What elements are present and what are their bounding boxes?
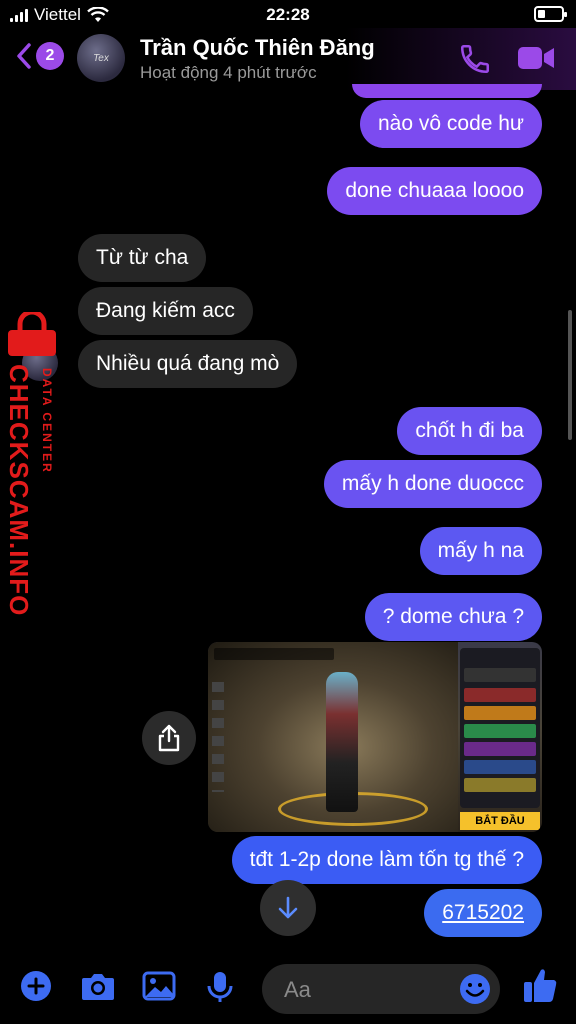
message-outgoing[interactable]: nào vô code hư	[360, 100, 542, 148]
plus-icon[interactable]	[20, 970, 52, 1002]
camera-icon[interactable]	[80, 970, 116, 1002]
message-outgoing[interactable]: chốt h đi ba	[397, 407, 542, 455]
share-icon	[158, 724, 180, 752]
game-start-label: BẮT ĐẦU	[460, 812, 540, 830]
back-button[interactable]: 2	[16, 42, 64, 70]
message-incoming[interactable]: Từ từ cha	[78, 234, 207, 282]
message-outgoing[interactable]: done chuaaa loooo	[327, 167, 542, 215]
game-friend-panel	[460, 648, 540, 808]
message-incoming[interactable]: Nhiều quá đang mò	[78, 340, 298, 388]
scroll-to-bottom-button[interactable]	[260, 880, 316, 936]
image-attachment[interactable]: BẮT ĐẦU	[208, 642, 542, 832]
contact-name[interactable]: Trần Quốc Thiên Đăng	[140, 35, 375, 61]
watermark: CHECKSCAM.INFO DATA CENTER	[4, 312, 64, 616]
game-menu	[212, 682, 224, 792]
photo-icon[interactable]	[142, 970, 176, 1002]
unread-badge: 2	[36, 42, 64, 70]
emoji-icon[interactable]	[458, 972, 492, 1006]
thumbs-up-icon[interactable]	[522, 966, 558, 1004]
message-input[interactable]: Aa	[262, 964, 500, 1014]
message-outgoing[interactable]: mấy h done duoccc	[323, 460, 542, 508]
message-incoming[interactable]: Đang kiếm acc	[78, 287, 253, 335]
video-call-icon[interactable]	[516, 44, 556, 72]
contact-avatar[interactable]: Tex	[77, 34, 125, 82]
composer-bar: Aa	[0, 952, 576, 1024]
microphone-icon[interactable]	[206, 970, 234, 1004]
clock: 22:28	[266, 5, 310, 24]
battery-icon	[534, 6, 567, 22]
watermark-text: CHECKSCAM.INFO	[4, 364, 34, 617]
game-character	[326, 672, 358, 812]
message-link[interactable]: 6715202	[424, 889, 542, 937]
lock-icon	[8, 312, 56, 356]
message-outgoing[interactable]: mấy h na	[419, 527, 542, 575]
game-hud	[214, 648, 334, 660]
chevron-left-icon	[17, 43, 31, 69]
scrollbar[interactable]	[568, 310, 572, 440]
share-button[interactable]	[142, 711, 196, 765]
message-outgoing[interactable]: ? dome chưa ?	[364, 593, 542, 641]
activity-status: Hoạt động 4 phút trước	[140, 63, 317, 82]
chat-header: 2 Tex Trần Quốc Thiên Đăng Hoạt động 4 p…	[0, 28, 576, 90]
message-input-placeholder: Aa	[284, 977, 311, 1002]
status-bar: Viettel 22:28	[0, 0, 576, 30]
watermark-subtext: DATA CENTER	[40, 368, 54, 474]
message-bubble-partial	[352, 84, 542, 98]
phone-call-icon[interactable]	[458, 42, 492, 76]
avatar-signature: Tex	[93, 52, 109, 64]
arrow-down-icon	[278, 896, 298, 919]
message-outgoing[interactable]: tđt 1-2p done làm tốn tg thế ?	[231, 836, 542, 884]
